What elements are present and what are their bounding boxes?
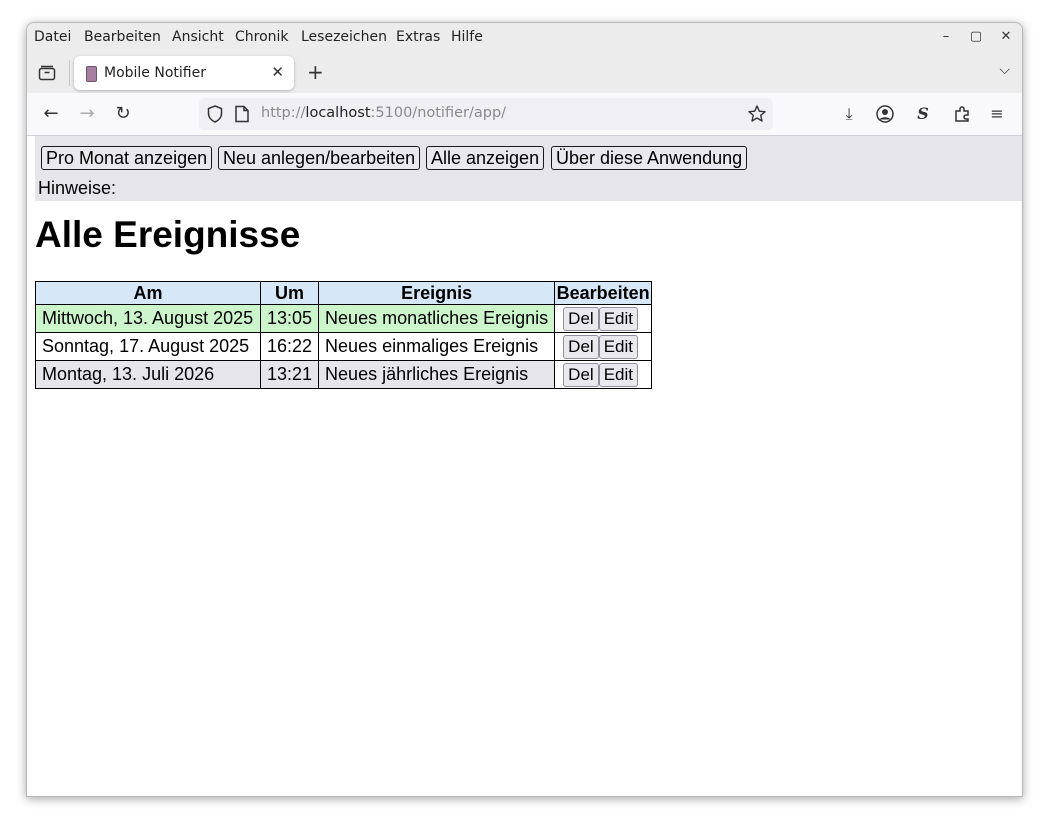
page-icon[interactable] xyxy=(234,105,250,123)
shield-icon[interactable] xyxy=(205,104,225,124)
page-favicon-icon xyxy=(86,66,97,82)
events-table: Am Um Ereignis Bearbeiten Mittwoch, 13. … xyxy=(35,281,653,389)
hamburger-menu-icon[interactable]: ≡ xyxy=(986,103,1008,125)
cell-date: Mittwoch, 13. August 2025 xyxy=(35,304,261,333)
edit-button[interactable]: Edit xyxy=(598,362,638,387)
edit-button[interactable]: Edit xyxy=(598,306,638,331)
cell-event: Neues einmaliges Ereignis xyxy=(318,332,556,361)
column-header-bearbeiten: Bearbeiten xyxy=(554,281,653,305)
table-row: Sonntag, 17. August 2025 16:22 Neues ein… xyxy=(35,332,653,361)
menu-extras[interactable]: Extras xyxy=(396,29,440,45)
firefox-view-icon[interactable] xyxy=(37,63,57,83)
ueber-anwendung-button[interactable]: Über diese Anwendung xyxy=(551,146,748,170)
close-window-icon[interactable]: ✕ xyxy=(996,27,1016,47)
page-content: Pro Monat anzeigen Neu anlegen/bearbeite… xyxy=(27,136,1022,796)
url-text[interactable]: http://localhost:5100/notifier/app/ xyxy=(261,105,506,121)
page-title: Alle Ereignisse xyxy=(35,214,301,255)
forward-icon[interactable]: → xyxy=(75,102,99,126)
neu-anlegen-button[interactable]: Neu anlegen/bearbeiten xyxy=(218,146,421,170)
menu-bar: Datei Bearbeiten Ansicht Chronik Lesezei… xyxy=(27,23,1022,52)
cell-actions: Del Edit xyxy=(554,304,653,333)
menu-chronik[interactable]: Chronik xyxy=(235,29,289,45)
column-header-ereignis: Ereignis xyxy=(318,281,556,305)
table-row: Montag, 13. Juli 2026 13:21 Neues jährli… xyxy=(35,360,653,389)
close-tab-icon[interactable]: ✕ xyxy=(271,63,284,81)
hinweise-label: Hinweise: xyxy=(38,178,117,198)
delete-button[interactable]: Del xyxy=(563,362,599,387)
bookmark-star-icon[interactable] xyxy=(747,104,767,124)
table-header-row: Am Um Ereignis Bearbeiten xyxy=(35,281,653,305)
table-row: Mittwoch, 13. August 2025 13:05 Neues mo… xyxy=(35,304,653,333)
cell-actions: Del Edit xyxy=(554,360,653,389)
alle-anzeigen-button[interactable]: Alle anzeigen xyxy=(426,146,545,170)
top-navigation-box: Pro Monat anzeigen Neu anlegen/bearbeite… xyxy=(35,136,1022,201)
delete-button[interactable]: Del xyxy=(563,306,599,331)
cell-actions: Del Edit xyxy=(554,332,653,361)
tab-mobile-notifier[interactable]: Mobile Notifier ✕ xyxy=(74,56,294,90)
new-tab-icon[interactable]: + xyxy=(307,60,324,84)
column-header-am: Am xyxy=(35,281,261,305)
cell-date: Montag, 13. Juli 2026 xyxy=(35,360,261,389)
cell-time: 16:22 xyxy=(259,332,320,361)
account-icon[interactable] xyxy=(874,103,896,125)
delete-button[interactable]: Del xyxy=(563,334,599,359)
cell-date: Sonntag, 17. August 2025 xyxy=(35,332,261,361)
minimize-icon[interactable]: – xyxy=(936,27,956,47)
download-icon[interactable]: ⤓ xyxy=(838,103,860,125)
extension-s-icon[interactable]: S xyxy=(912,103,934,125)
cell-time: 13:21 xyxy=(259,360,320,389)
reload-icon[interactable]: ↻ xyxy=(111,102,135,126)
tab-separator xyxy=(69,60,70,86)
menu-ansicht[interactable]: Ansicht xyxy=(172,29,224,45)
pro-monat-button[interactable]: Pro Monat anzeigen xyxy=(41,146,213,170)
menu-bearbeiten[interactable]: Bearbeiten xyxy=(84,29,161,45)
extensions-puzzle-icon[interactable] xyxy=(951,103,973,125)
url-bar[interactable]: http://localhost:5100/notifier/app/ xyxy=(199,98,773,130)
chevron-down-icon[interactable]: ⌵ xyxy=(999,62,1010,78)
back-icon[interactable]: ← xyxy=(39,102,63,126)
column-header-um: Um xyxy=(259,281,320,305)
cell-time: 13:05 xyxy=(259,304,320,333)
navigation-bar: ← → ↻ http://localhost:5100/notifier/app… xyxy=(27,93,1022,136)
cell-event: Neues monatliches Ereignis xyxy=(318,304,556,333)
tab-bar: Mobile Notifier ✕ + ⌵ xyxy=(27,52,1022,93)
tab-title: Mobile Notifier xyxy=(104,65,206,81)
menu-hilfe[interactable]: Hilfe xyxy=(451,29,483,45)
edit-button[interactable]: Edit xyxy=(598,334,638,359)
menu-datei[interactable]: Datei xyxy=(34,29,71,45)
browser-window: Datei Bearbeiten Ansicht Chronik Lesezei… xyxy=(26,22,1023,797)
cell-event: Neues jährliches Ereignis xyxy=(318,360,556,389)
menu-lesezeichen[interactable]: Lesezeichen xyxy=(301,29,387,45)
maximize-icon[interactable]: ▢ xyxy=(966,27,986,47)
